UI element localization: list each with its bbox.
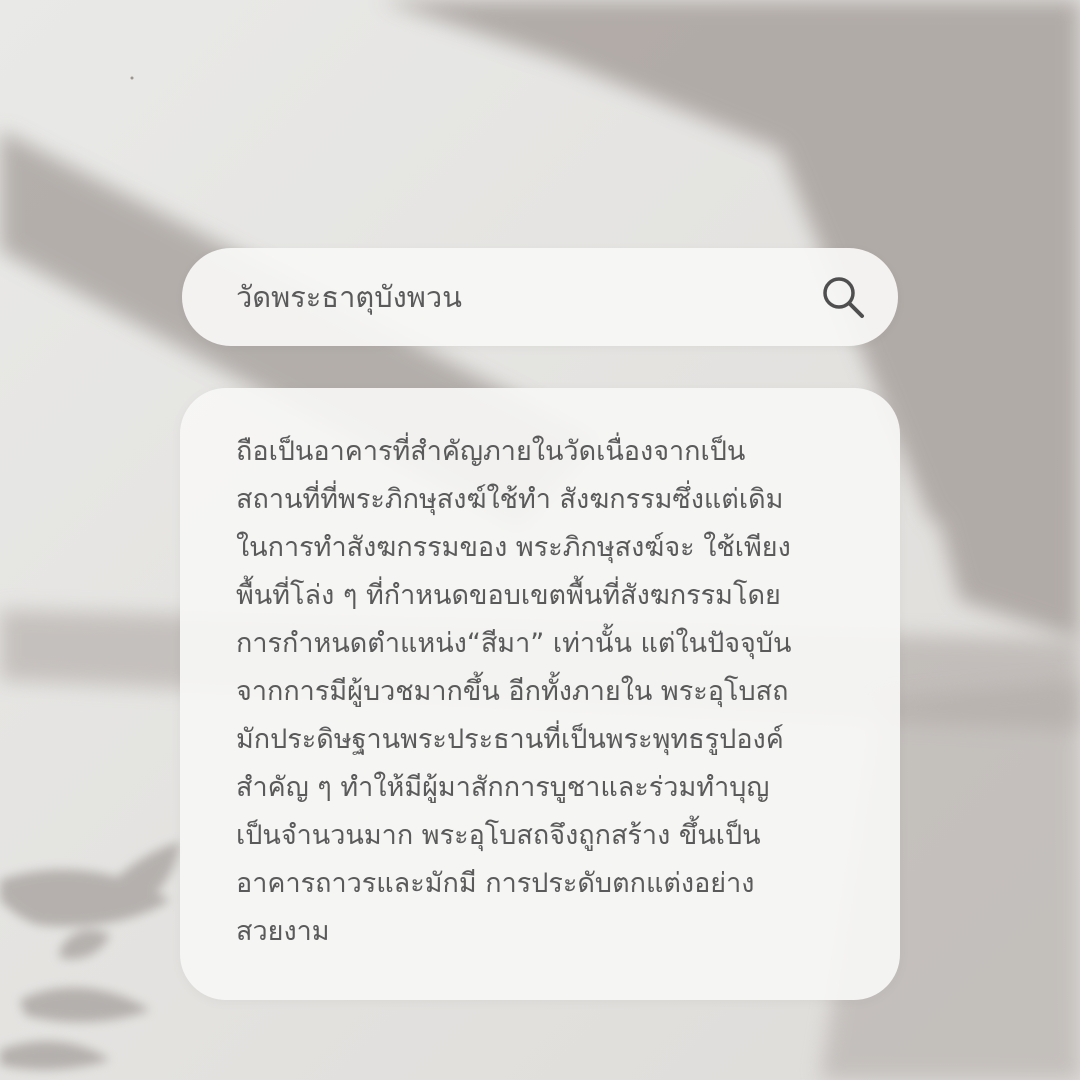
search-icon[interactable] [818,272,868,322]
search-input[interactable]: วัดพระธาตุบังพวน [236,248,462,346]
article-line: สวยงาม [236,916,330,947]
article-line: การกำหนดตำแหน่ง“สีมา” เท่านั้น แต่ในปัจจ… [236,628,792,659]
article-line: สถานที่ที่พระภิกษุสงฆ์ใช้ทำ สังฆกรรมซึ่ง… [236,484,784,515]
article-text: ถือเป็นอาคารที่สำคัญภายในวัดเนื่องจากเป็… [236,428,856,956]
content-card: ถือเป็นอาคารที่สำคัญภายในวัดเนื่องจากเป็… [180,388,900,1000]
article-line: ในการทำสังฆกรรมของ พระภิกษุสงฆ์จะ ใช้เพี… [236,532,791,563]
article-line: เป็นจำนวนมาก พระอุโบสถจึงถูกสร้าง ขึ้นเป… [236,820,761,851]
article-line: อาคารถาวรและมักมี การประดับตกแต่งอย่าง [236,868,755,899]
article-line: มักประดิษฐานพระประธานที่เป็นพระพุทธรูปอง… [236,724,784,755]
article-line: ถือเป็นอาคารที่สำคัญภายในวัดเนื่องจากเป็… [236,436,746,467]
article-line: สำคัญ ๆ ทำให้มีผู้มาสักการบูชาและร่วมทำบ… [236,772,770,803]
article-line: จากการมีผู้บวชมากขึ้น อีกทั้งภายใน พระอุ… [236,676,789,707]
search-bar[interactable]: วัดพระธาตุบังพวน [182,248,898,346]
article-line: พื้นที่โล่ง ๆ ที่กำหนดขอบเขตพื้นที่สังฆก… [236,580,781,611]
